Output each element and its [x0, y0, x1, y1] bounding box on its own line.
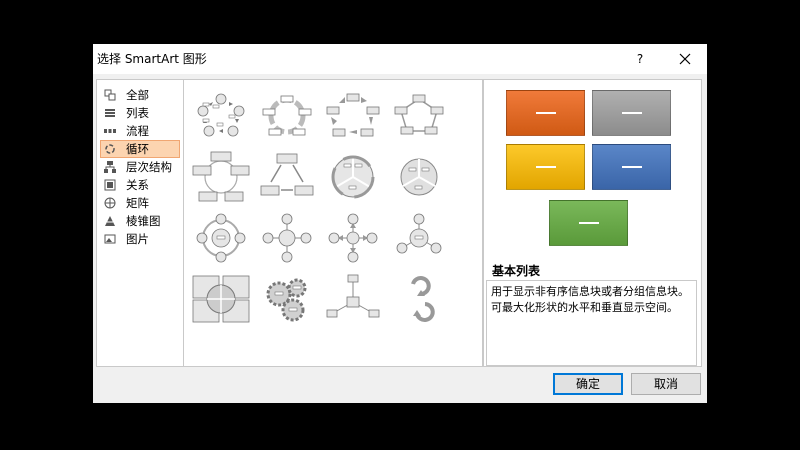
pyramid-icon — [105, 216, 115, 226]
list-icon — [105, 109, 115, 117]
hierarchy-icon — [104, 161, 116, 173]
preview-shape-yellow — [506, 144, 585, 190]
description-box: 用于显示非有序信息块或者分组信息块。可最大化形状的水平和垂直显示空间。 — [486, 280, 697, 366]
category-item-matrix[interactable]: 矩阵 — [101, 195, 179, 211]
matrix-icon — [104, 197, 116, 209]
preview-shape-green — [549, 200, 628, 246]
basic-radial-thumbnail[interactable] — [257, 211, 317, 265]
preview-shape-orange — [506, 90, 585, 136]
preview-panel: 基本列表 用于显示非有序信息块或者分组信息块。可最大化形状的水平和垂直显示空间。 — [483, 79, 702, 367]
category-label: 全部 — [126, 88, 149, 102]
category-label: 棱锥图 — [126, 214, 161, 228]
arrow-ribbon-thumbnail[interactable] — [389, 272, 449, 326]
segmented-cycle-thumbnail[interactable] — [323, 150, 383, 204]
category-label: 循环 — [126, 142, 149, 156]
radial-cycle-thumbnail[interactable] — [191, 211, 251, 265]
category-item-list[interactable]: 列表 — [101, 105, 179, 121]
relationship-icon — [104, 179, 116, 191]
category-item-cycle[interactable]: 循环 — [100, 140, 180, 158]
help-button[interactable]: ? — [627, 47, 653, 71]
category-label: 矩阵 — [126, 196, 149, 210]
category-label: 列表 — [126, 106, 149, 120]
cycle-matrix-thumbnail[interactable] — [191, 272, 251, 326]
category-item-pyramid[interactable]: 棱锥图 — [101, 213, 179, 229]
layout-description: 用于显示非有序信息块或者分组信息块。可最大化形状的水平和垂直显示空间。 — [491, 285, 689, 314]
smartart-dialog: 选择 SmartArt 图形 ? 全部 列表 流程 循环 层次结构 关系 矩阵 … — [93, 44, 707, 403]
preview-shape-blue — [592, 144, 671, 190]
category-list: 全部 列表 流程 循环 层次结构 关系 矩阵 棱锥图 图片 — [96, 79, 186, 367]
category-label: 层次结构 — [126, 160, 172, 174]
preview-shape-gray — [592, 90, 671, 136]
layout-gallery — [183, 79, 483, 367]
cancel-button[interactable]: 取消 — [631, 373, 701, 395]
category-item-relationship[interactable]: 关系 — [101, 177, 179, 193]
diverging-radial-thumbnail[interactable] — [323, 211, 383, 265]
close-icon — [679, 53, 691, 65]
category-label: 图片 — [126, 232, 149, 246]
converging-radial-thumbnail[interactable] — [323, 272, 383, 326]
process-icon — [104, 129, 116, 133]
layout-name: 基本列表 — [492, 264, 541, 278]
close-button[interactable] — [671, 47, 699, 71]
category-item-picture[interactable]: 图片 — [101, 231, 179, 247]
ok-button[interactable]: 确定 — [553, 373, 623, 395]
cycle-icon — [105, 144, 115, 154]
text-cycle-thumbnail[interactable] — [191, 150, 251, 204]
block-cycle-thumbnail[interactable] — [323, 89, 383, 143]
continuous-cycle-thumbnail[interactable] — [257, 89, 317, 143]
category-label: 关系 — [126, 178, 149, 192]
category-item-hierarchy[interactable]: 层次结构 — [101, 159, 179, 175]
category-label: 流程 — [126, 124, 149, 138]
basic-cycle-thumbnail[interactable] — [191, 89, 251, 143]
basic-pie-thumbnail[interactable] — [389, 150, 449, 204]
category-item-process[interactable]: 流程 — [101, 123, 179, 139]
multidirectional-cycle-thumbnail[interactable] — [257, 150, 317, 204]
dialog-title: 选择 SmartArt 图形 — [97, 52, 207, 66]
title-bar: 选择 SmartArt 图形 ? — [93, 44, 707, 74]
picture-icon — [104, 234, 116, 244]
nondirectional-cycle-thumbnail[interactable] — [389, 89, 449, 143]
radial-cluster-thumbnail[interactable] — [389, 211, 449, 265]
category-item-all[interactable]: 全部 — [101, 87, 179, 103]
gear-thumbnail[interactable] — [257, 272, 317, 326]
all-icon — [104, 89, 116, 101]
